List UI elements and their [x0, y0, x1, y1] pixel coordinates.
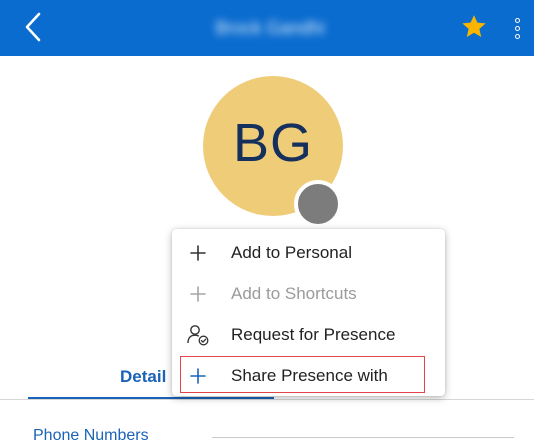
plus-icon — [186, 241, 210, 265]
more-options-button[interactable] — [509, 12, 525, 44]
contact-name-title: Brock Gandhi — [215, 18, 325, 38]
menu-item-request-for-presence[interactable]: Request for Presence — [172, 315, 445, 355]
menu-item-label: Share Presence with — [231, 366, 388, 385]
star-icon — [462, 15, 486, 38]
menu-item-share-presence-with[interactable]: Share Presence with — [172, 356, 445, 396]
menu-item-add-to-personal[interactable]: Add to Personal — [172, 233, 445, 273]
tab-detail[interactable]: Detail — [120, 367, 166, 387]
tab-divider — [0, 399, 534, 400]
plus-icon — [186, 282, 210, 306]
favorite-button[interactable] — [459, 12, 489, 42]
more-vertical-icon — [514, 17, 520, 23]
person-check-icon — [186, 323, 210, 347]
context-menu: Add to Personal Add to Shortcuts Request… — [172, 229, 445, 396]
plus-icon — [186, 364, 210, 388]
menu-item-label: Add to Personal — [231, 243, 352, 262]
menu-item-label: Add to Shortcuts — [231, 284, 357, 303]
chevron-left-icon — [25, 12, 41, 42]
section-divider — [212, 437, 514, 438]
menu-item-label: Request for Presence — [231, 325, 396, 344]
back-button[interactable] — [20, 10, 46, 44]
avatar-initials: BG — [232, 113, 314, 173]
phone-numbers-section-title: Phone Numbers — [33, 427, 149, 442]
top-app-bar: Brock Gandhi — [0, 0, 534, 56]
presence-status-indicator — [294, 180, 342, 228]
menu-item-add-to-shortcuts[interactable]: Add to Shortcuts — [172, 274, 445, 314]
